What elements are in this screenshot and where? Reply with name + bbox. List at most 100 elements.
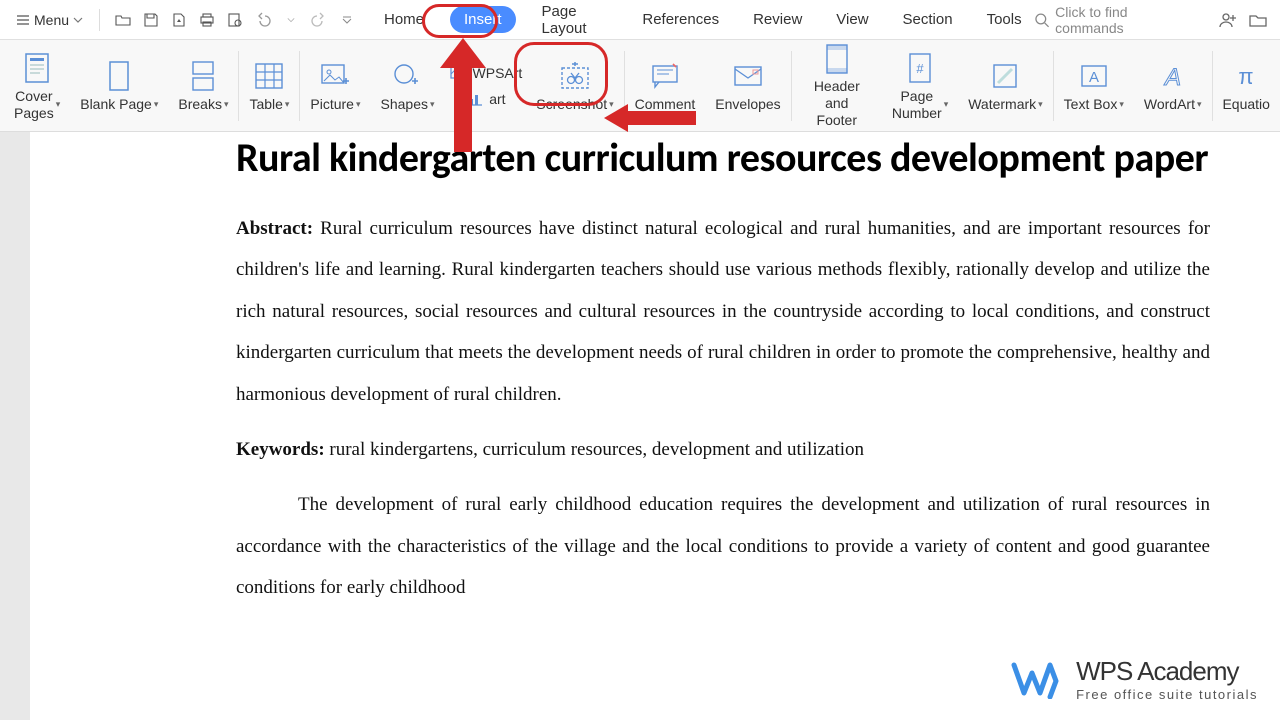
chevron-down-icon: ▾ (56, 99, 61, 110)
screenshot-icon (557, 58, 593, 94)
chevron-down-icon: ▾ (609, 99, 614, 110)
insert-ribbon: Cover Pages▾ Blank Page▾ Breaks▾ Table▾ … (0, 40, 1280, 132)
hamburger-icon (16, 13, 30, 27)
open-icon[interactable] (114, 11, 132, 29)
equation-button[interactable]: π Equatio (1212, 40, 1279, 131)
comment-button[interactable]: Comment (625, 40, 706, 131)
undo-dropdown-icon[interactable] (282, 11, 300, 29)
comment-label: Comment (635, 96, 696, 113)
undo-icon[interactable] (254, 11, 272, 29)
body-paragraph: The development of rural early childhood… (236, 484, 1210, 608)
abstract-paragraph: Abstract: Rural curriculum resources hav… (236, 208, 1210, 415)
print-icon[interactable] (198, 11, 216, 29)
chevron-down-icon (73, 15, 83, 25)
search-placeholder: Click to find commands (1055, 4, 1196, 36)
wpsart-icon (449, 64, 469, 82)
chart-button[interactable]: art (465, 90, 505, 108)
breaks-button[interactable]: Breaks▾ (168, 40, 238, 131)
table-button[interactable]: Table▾ (239, 40, 299, 131)
chevron-down-icon: ▾ (154, 99, 159, 110)
cover-pages-label: Cover Pages (14, 88, 54, 122)
picture-button[interactable]: Picture▾ (300, 40, 370, 131)
envelopes-button[interactable]: Envelopes (705, 40, 790, 131)
chevron-down-icon: ▾ (356, 99, 361, 110)
wpsart-label: WPSArt (473, 65, 523, 81)
chart-label: art (489, 91, 505, 107)
shapes-button[interactable]: Shapes▾ (371, 40, 445, 131)
watermark-button[interactable]: Watermark▾ (958, 40, 1052, 131)
tab-references[interactable]: References (634, 5, 727, 34)
svg-text:A: A (1089, 69, 1099, 86)
text-box-label: Text Box (1064, 96, 1118, 113)
watermark-label: Watermark (968, 96, 1036, 113)
search-icon (1034, 12, 1050, 28)
divider (99, 9, 100, 31)
chevron-down-icon: ▾ (1197, 99, 1202, 110)
quick-actions (108, 11, 362, 29)
svg-text:π: π (1239, 64, 1254, 89)
blank-page-label: Blank Page (80, 96, 152, 113)
document-body: Abstract: Rural curriculum resources hav… (30, 184, 1280, 609)
tab-tools[interactable]: Tools (979, 5, 1030, 34)
comment-icon (647, 58, 683, 94)
wpsart-button[interactable]: WPSArt (449, 64, 523, 82)
wordart-button[interactable]: A WordArt▾ (1134, 40, 1212, 131)
cover-pages-icon (19, 50, 55, 86)
command-search[interactable]: Click to find commands (1034, 4, 1196, 36)
page-number-button[interactable]: # Page Number▾ (882, 40, 958, 131)
blank-page-icon (101, 58, 137, 94)
tab-page-layout[interactable]: Page Layout (534, 0, 617, 43)
customize-qat-icon[interactable] (338, 11, 356, 29)
abstract-label: Abstract: (236, 218, 313, 239)
save-icon[interactable] (142, 11, 160, 29)
chart-icon (465, 90, 485, 108)
add-user-icon[interactable] (1218, 10, 1238, 30)
tab-view[interactable]: View (828, 5, 876, 34)
menu-button[interactable]: Menu (8, 8, 91, 32)
export-pdf-icon[interactable] (170, 11, 188, 29)
tab-section[interactable]: Section (895, 5, 961, 34)
chevron-down-icon: ▾ (224, 99, 229, 110)
chevron-down-icon: ▾ (285, 99, 290, 110)
chevron-down-icon: ▾ (944, 99, 949, 110)
envelopes-label: Envelopes (715, 96, 780, 113)
svg-text:#: # (916, 61, 924, 76)
header-footer-button[interactable]: Header and Footer (792, 40, 882, 131)
redo-icon[interactable] (310, 11, 328, 29)
svg-text:A: A (1163, 64, 1181, 91)
table-icon (251, 58, 287, 94)
text-box-button[interactable]: A Text Box▾ (1054, 40, 1134, 131)
blank-page-button[interactable]: Blank Page▾ (70, 40, 168, 131)
cover-pages-button[interactable]: Cover Pages▾ (4, 40, 70, 131)
document-page[interactable]: Rural kindergarten curriculum resources … (30, 132, 1280, 720)
wordart-label: WordArt (1144, 96, 1195, 113)
keywords-paragraph: Keywords: rural kindergartens, curriculu… (236, 429, 1210, 470)
breaks-label: Breaks (178, 96, 222, 113)
chevron-down-icon: ▾ (430, 99, 435, 110)
equation-icon: π (1228, 58, 1264, 94)
header-footer-label: Header and Footer (802, 78, 872, 128)
menu-label: Menu (34, 12, 69, 28)
ribbon-tabs: Home Insert Page Layout References Revie… (376, 0, 1030, 43)
tab-review[interactable]: Review (745, 5, 810, 34)
abstract-text: Rural curriculum resources have distinct… (236, 218, 1210, 405)
screenshot-button[interactable]: Screenshot▾ (526, 40, 623, 131)
folder-icon[interactable] (1248, 10, 1268, 30)
keywords-label: Keywords: (236, 439, 325, 460)
chevron-down-icon: ▾ (1038, 99, 1043, 110)
picture-icon (317, 58, 353, 94)
picture-label: Picture (310, 96, 354, 113)
watermark-icon (987, 58, 1023, 94)
page-margin (0, 132, 30, 720)
envelopes-icon (730, 58, 766, 94)
watermark-title: WPS Academy (1076, 656, 1258, 687)
tab-insert[interactable]: Insert (450, 6, 516, 33)
wpsart-chart-group: WPSArt art (445, 40, 527, 131)
shapes-label: Shapes (381, 96, 428, 113)
wps-logo-icon (1010, 659, 1066, 699)
print-preview-icon[interactable] (226, 11, 244, 29)
quick-access-toolbar: Menu Home Insert Page Layout References … (0, 0, 1280, 40)
tab-home[interactable]: Home (376, 5, 432, 34)
document-title: Rural kindergarten curriculum resources … (30, 132, 1280, 184)
page-number-label: Page Number (892, 88, 942, 122)
